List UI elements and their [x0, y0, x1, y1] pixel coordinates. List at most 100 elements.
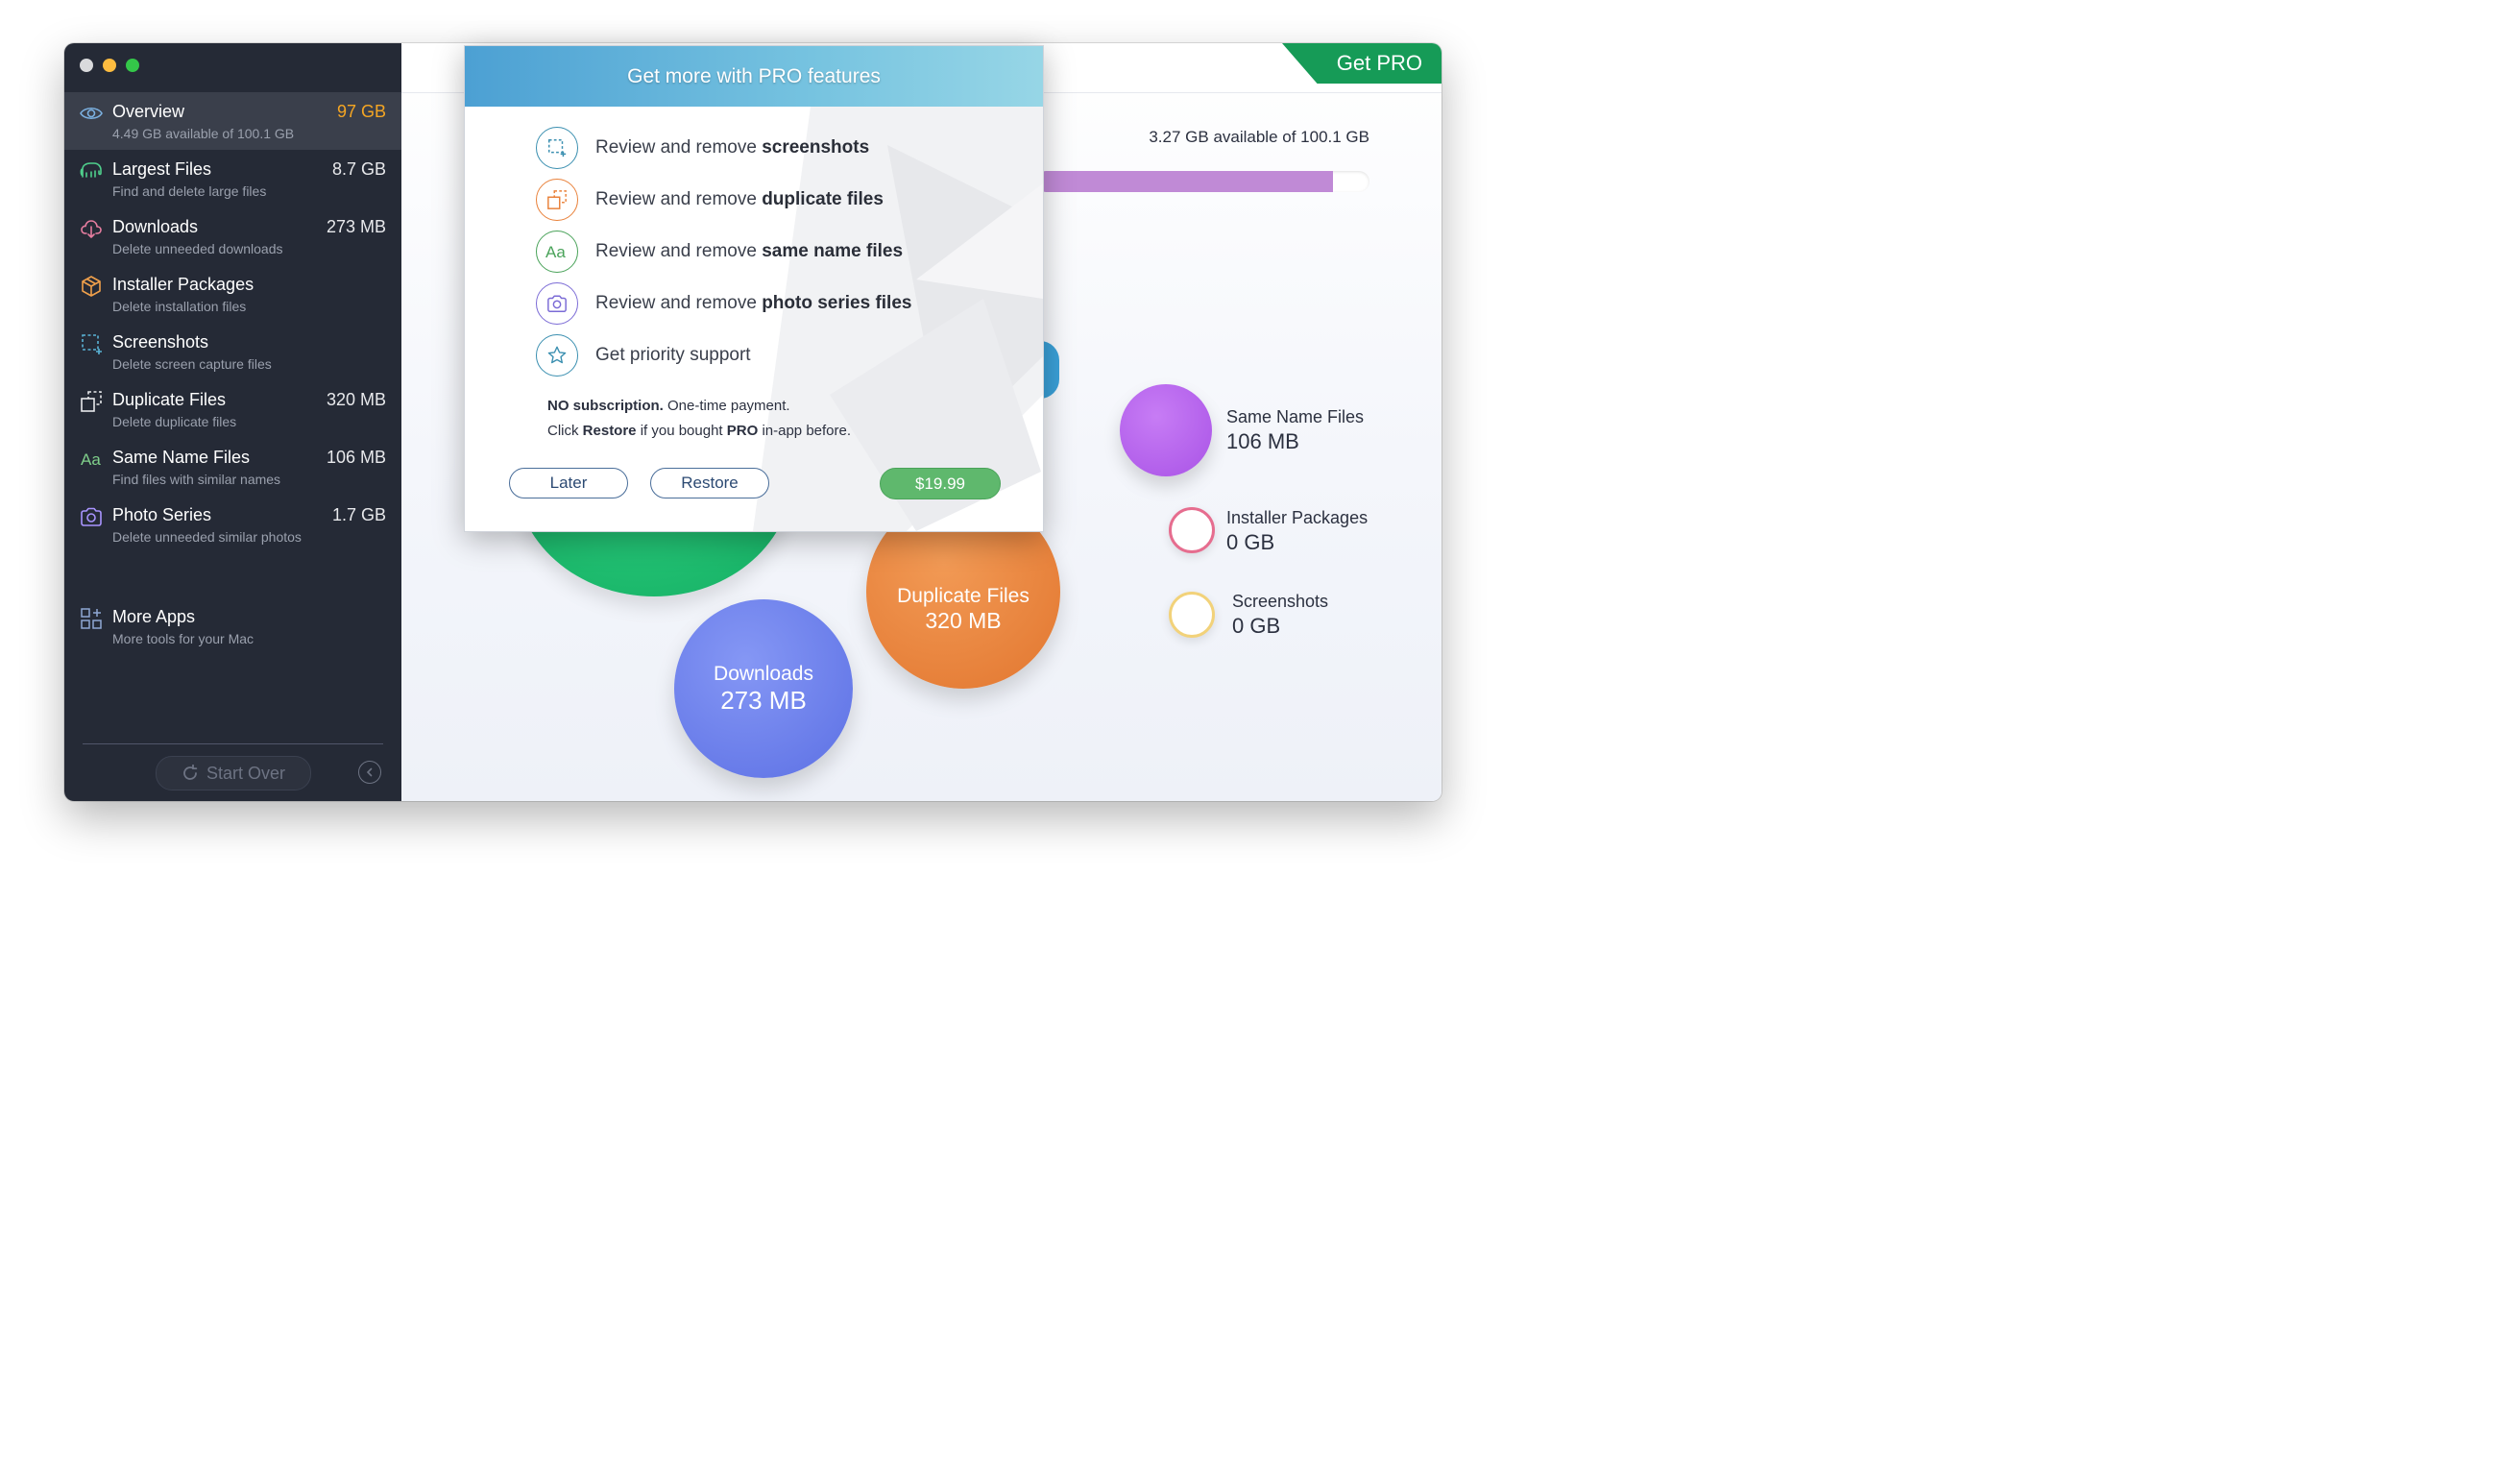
bubble-size: 273 MB	[720, 685, 807, 715]
sidebar-item-size: 97 GB	[336, 102, 386, 121]
legend-size: 106 MB	[1226, 429, 1299, 453]
sidebar-item-size: 320 MB	[326, 390, 386, 409]
legend-name: Same Name Files	[1226, 407, 1365, 426]
legend-name: Installer Packages	[1226, 508, 1369, 527]
sidebar-item-subtitle: 4.49 GB available of 100.1 GB	[112, 126, 295, 141]
sidebar-item-subtitle: Find files with similar names	[112, 472, 281, 487]
sidebar-item-subtitle: Delete screen capture files	[112, 356, 272, 372]
restore-label: Restore	[681, 474, 739, 492]
screenshots-dot[interactable]	[1169, 592, 1215, 638]
screenshot-icon	[536, 127, 578, 169]
duplicate-icon	[81, 391, 102, 412]
sidebar-item-size: 106 MB	[326, 448, 386, 467]
sidebar-item-title: Installer Packages	[112, 275, 254, 294]
payment-note-bold: NO subscription.	[547, 398, 664, 414]
feature-row: Review and remove screenshots	[536, 127, 997, 171]
sidebar: Overview 4.49 GB available of 100.1 GB 9…	[64, 43, 401, 801]
sidebar-item-more-apps[interactable]: More Apps More tools for your Mac	[64, 597, 401, 655]
storage-usage-bar	[1035, 171, 1369, 192]
duplicate-icon	[536, 179, 578, 221]
sidebar-item-title: Screenshots	[112, 332, 209, 352]
feature-row: Get priority support	[536, 334, 997, 378]
sidebar-item-subtitle: Delete unneeded downloads	[112, 241, 283, 256]
chevron-left-icon	[366, 767, 373, 777]
camera-icon	[81, 507, 102, 526]
pro-features-dialog: Get more with PRO features Review and re…	[464, 45, 1044, 532]
price-label: $19.99	[915, 474, 965, 493]
sidebar-item-title: Overview	[112, 102, 185, 121]
restore-note-text: Click	[547, 423, 583, 439]
legend-size: 0 GB	[1232, 614, 1281, 638]
screenshot-icon	[82, 334, 102, 354]
installer-packages-dot[interactable]	[1169, 507, 1215, 553]
payment-note: NO subscription. One-time payment.	[547, 398, 790, 414]
sidebar-item-title: Duplicate Files	[112, 390, 227, 409]
star-icon	[536, 334, 578, 377]
elephant-icon	[80, 162, 102, 178]
sidebar-item-subtitle: Find and delete large files	[112, 183, 267, 199]
cloud-download-icon	[81, 220, 102, 238]
start-over-label: Start Over	[206, 763, 286, 783]
sidebar-item-downloads[interactable]: Downloads Delete unneeded downloads 273 …	[64, 207, 401, 265]
feature-text: Review and remove	[595, 293, 763, 313]
maximize-window-button[interactable]	[126, 59, 139, 72]
dialog-header: Get more with PRO features	[465, 46, 1043, 107]
close-window-button[interactable]	[80, 59, 93, 72]
traffic-lights	[80, 59, 139, 72]
buy-pro-button[interactable]: $19.99	[880, 468, 1001, 499]
text-aa-icon: Aa	[81, 450, 101, 469]
feature-highlight: duplicate files	[762, 189, 884, 209]
restore-note-text: in-app before.	[758, 423, 852, 439]
sidebar-item-largest-files[interactable]: Largest Files Find and delete large file…	[64, 150, 401, 207]
later-label: Later	[549, 474, 588, 492]
sidebar-item-title: Downloads	[112, 217, 199, 236]
more-apps-title: More Apps	[112, 607, 196, 626]
downloads-bubble[interactable]: Downloads 273 MB	[674, 599, 853, 778]
minimize-window-button[interactable]	[103, 59, 116, 72]
text-aa-icon: Aa	[536, 231, 578, 273]
sidebar-item-title: Largest Files	[112, 159, 212, 179]
sidebar-nav: Overview 4.49 GB available of 100.1 GB 9…	[64, 92, 401, 553]
sidebar-item-size: 273 MB	[326, 217, 386, 236]
svg-text:Aa: Aa	[545, 243, 566, 261]
sidebar-item-size: 8.7 GB	[331, 159, 386, 179]
sidebar-item-subtitle: Delete installation files	[112, 299, 247, 314]
legend-name: Screenshots	[1232, 592, 1329, 611]
eye-icon	[80, 107, 103, 120]
sidebar-item-overview[interactable]: Overview 4.49 GB available of 100.1 GB 9…	[64, 92, 401, 150]
sidebar-item-photo-series[interactable]: Photo Series Delete unneeded similar pho…	[64, 496, 401, 553]
sidebar-item-screenshots[interactable]: Screenshots Delete screen capture files	[64, 323, 401, 380]
apps-grid-icon	[81, 608, 102, 629]
bubble-name: Duplicate Files	[897, 584, 1030, 607]
bubble-name: Downloads	[714, 662, 813, 685]
dialog-title: Get more with PRO features	[627, 64, 881, 87]
refresh-icon	[183, 765, 198, 780]
same-name-files-dot[interactable]	[1120, 384, 1212, 476]
restore-note-bold: PRO	[726, 423, 759, 439]
storage-usage-fill	[1035, 171, 1333, 192]
feature-row: Review and remove photo series files	[536, 282, 997, 327]
sidebar-item-installer-packages[interactable]: Installer Packages Delete installation f…	[64, 265, 401, 323]
sidebar-item-size: 1.7 GB	[331, 505, 386, 524]
restore-button[interactable]: Restore	[650, 468, 769, 498]
feature-highlight: photo series files	[762, 293, 912, 313]
feature-text: Get priority support	[595, 345, 751, 365]
feature-highlight: same name files	[762, 241, 904, 261]
bubble-size: 320 MB	[925, 607, 1002, 633]
feature-text: Review and remove	[595, 241, 763, 261]
feature-row: Review and remove duplicate files	[536, 179, 997, 223]
sidebar-item-same-name-files[interactable]: Aa Same Name Files Find files with simil…	[64, 438, 401, 496]
svg-text:Aa: Aa	[81, 450, 101, 469]
restore-note: Click Restore if you bought PRO in-app b…	[547, 423, 851, 439]
feature-highlight: screenshots	[762, 137, 870, 158]
payment-note-rest: One-time payment.	[663, 398, 790, 414]
get-pro-label: Get PRO	[1336, 51, 1422, 75]
sidebar-item-duplicate-files[interactable]: Duplicate Files Delete duplicate files 3…	[64, 380, 401, 438]
sidebar-divider	[83, 743, 383, 744]
feature-text: Review and remove	[595, 137, 763, 158]
restore-note-bold: Restore	[582, 423, 637, 439]
collapse-sidebar-button[interactable]	[358, 761, 381, 784]
package-icon	[82, 276, 101, 297]
later-button[interactable]: Later	[509, 468, 628, 498]
start-over-button[interactable]: Start Over	[156, 756, 311, 790]
